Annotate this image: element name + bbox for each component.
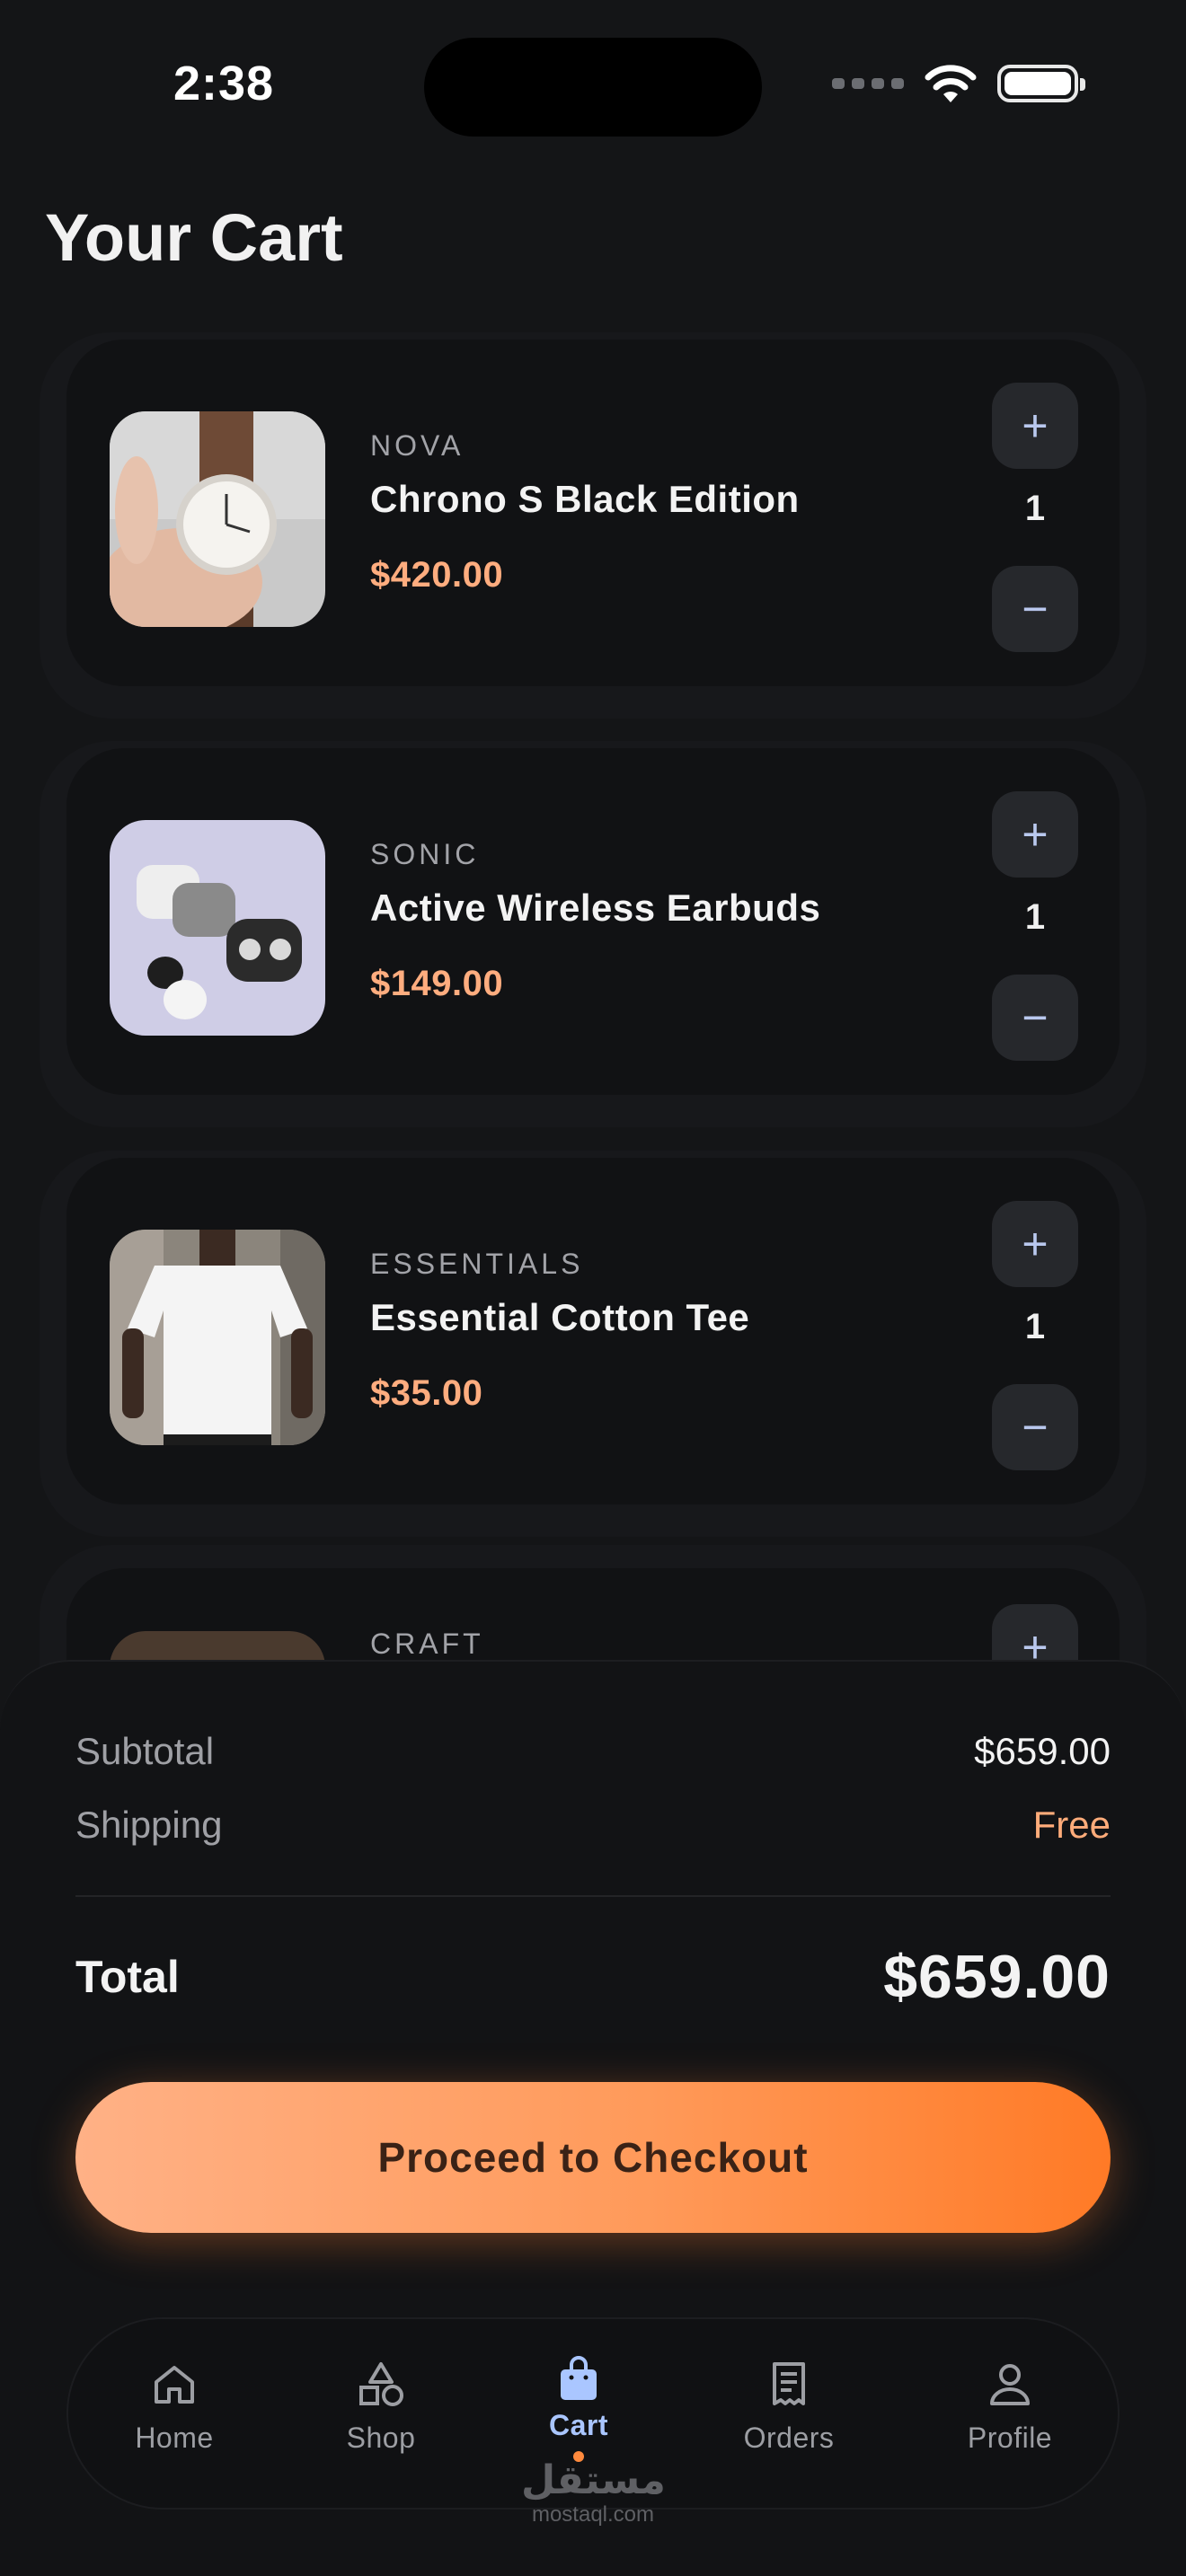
total-value: $659.00 (883, 1943, 1111, 2011)
minus-icon: − (1022, 584, 1049, 634)
increase-quantity-button[interactable]: + (992, 791, 1078, 878)
total-label: Total (75, 1952, 180, 2002)
watermark-latin: mostaql.com (531, 2502, 655, 2527)
battery-icon (997, 65, 1085, 102)
shopping-bag-icon (561, 2356, 597, 2400)
receipt-icon (773, 2362, 805, 2405)
tab-label: Cart (548, 2409, 608, 2441)
plus-icon: + (1022, 1219, 1049, 1269)
item-price: $420.00 (370, 555, 504, 595)
item-brand: SONIC (370, 838, 480, 870)
watermark-arabic: مستقل (521, 2457, 666, 2503)
tab-label: Profile (967, 2422, 1053, 2454)
item-brand: ESSENTIALS (370, 1248, 584, 1280)
order-summary: Subtotal $659.00 Shipping Free Total $65… (0, 1660, 1186, 2576)
person-icon (990, 2364, 1030, 2405)
wifi-icon (925, 65, 977, 102)
item-name[interactable]: Essential Cotton Tee (370, 1296, 749, 1339)
item-name[interactable]: Active Wireless Earbuds (370, 887, 820, 930)
product-image-tee[interactable] (110, 1230, 325, 1445)
tab-profile[interactable]: Profile (920, 2319, 1100, 2511)
item-name[interactable]: Chrono S Black Edition (370, 478, 800, 521)
quantity-value: 1 (1024, 489, 1046, 528)
increase-quantity-button[interactable]: + (992, 383, 1078, 469)
cart-item-card: ESSENTIALS Essential Cotton Tee $35.00 +… (40, 1151, 1146, 1537)
shapes-icon (359, 2362, 403, 2406)
dynamic-island (424, 38, 762, 137)
cart-item-card: SONIC Active Wireless Earbuds $149.00 + … (40, 741, 1146, 1127)
plus-icon: + (1022, 401, 1049, 451)
increase-quantity-button[interactable]: + (992, 1201, 1078, 1287)
cart-item: NOVA Chrono S Black Edition $420.00 + 1 … (66, 340, 1120, 686)
decrease-quantity-button[interactable]: − (992, 1384, 1078, 1470)
minus-icon: − (1022, 992, 1049, 1043)
quantity-value: 1 (1024, 897, 1046, 937)
shipping-value: Free (1032, 1804, 1111, 1846)
decrease-quantity-button[interactable]: − (992, 975, 1078, 1061)
quantity-value: 1 (1024, 1307, 1046, 1346)
status-icons (832, 63, 1085, 104)
item-price: $149.00 (370, 964, 504, 1003)
plus-icon: + (1022, 809, 1049, 860)
tab-shop[interactable]: Shop (291, 2319, 471, 2511)
shipping-row: Shipping Free (75, 1804, 1111, 1847)
total-row: Total $659.00 (75, 1942, 1111, 2012)
tab-label: Home (135, 2422, 214, 2454)
tab-label: Shop (346, 2422, 416, 2454)
cellular-signal-icon (832, 78, 904, 89)
page-title: Your Cart (45, 200, 343, 275)
tab-home[interactable]: Home (84, 2319, 264, 2511)
tab-orders[interactable]: Orders (699, 2319, 879, 2511)
home-icon (155, 2366, 194, 2404)
cart-item: ESSENTIALS Essential Cotton Tee $35.00 +… (66, 1158, 1120, 1504)
checkout-button[interactable]: Proceed to Checkout (75, 2082, 1111, 2233)
cart-item: SONIC Active Wireless Earbuds $149.00 + … (66, 748, 1120, 1095)
status-bar: 2:38 (0, 0, 1186, 171)
product-image-watch[interactable] (110, 411, 325, 627)
item-price: $35.00 (370, 1373, 483, 1413)
watermark: مستقل mostaql.com (521, 2457, 666, 2527)
subtotal-row: Subtotal $659.00 (75, 1730, 1111, 1773)
tab-label: Orders (743, 2422, 835, 2454)
minus-icon: − (1022, 1402, 1049, 1452)
product-image-earbuds[interactable] (110, 820, 325, 1036)
subtotal-value: $659.00 (974, 1730, 1111, 1772)
status-time: 2:38 (173, 57, 275, 110)
subtotal-label: Subtotal (75, 1730, 215, 1772)
item-brand: CRAFT (370, 1628, 484, 1660)
cart-item-card: NOVA Chrono S Black Edition $420.00 + 1 … (40, 332, 1146, 719)
summary-divider (75, 1895, 1111, 1897)
item-brand: NOVA (370, 429, 465, 462)
shipping-label: Shipping (75, 1804, 223, 1846)
decrease-quantity-button[interactable]: − (992, 566, 1078, 652)
